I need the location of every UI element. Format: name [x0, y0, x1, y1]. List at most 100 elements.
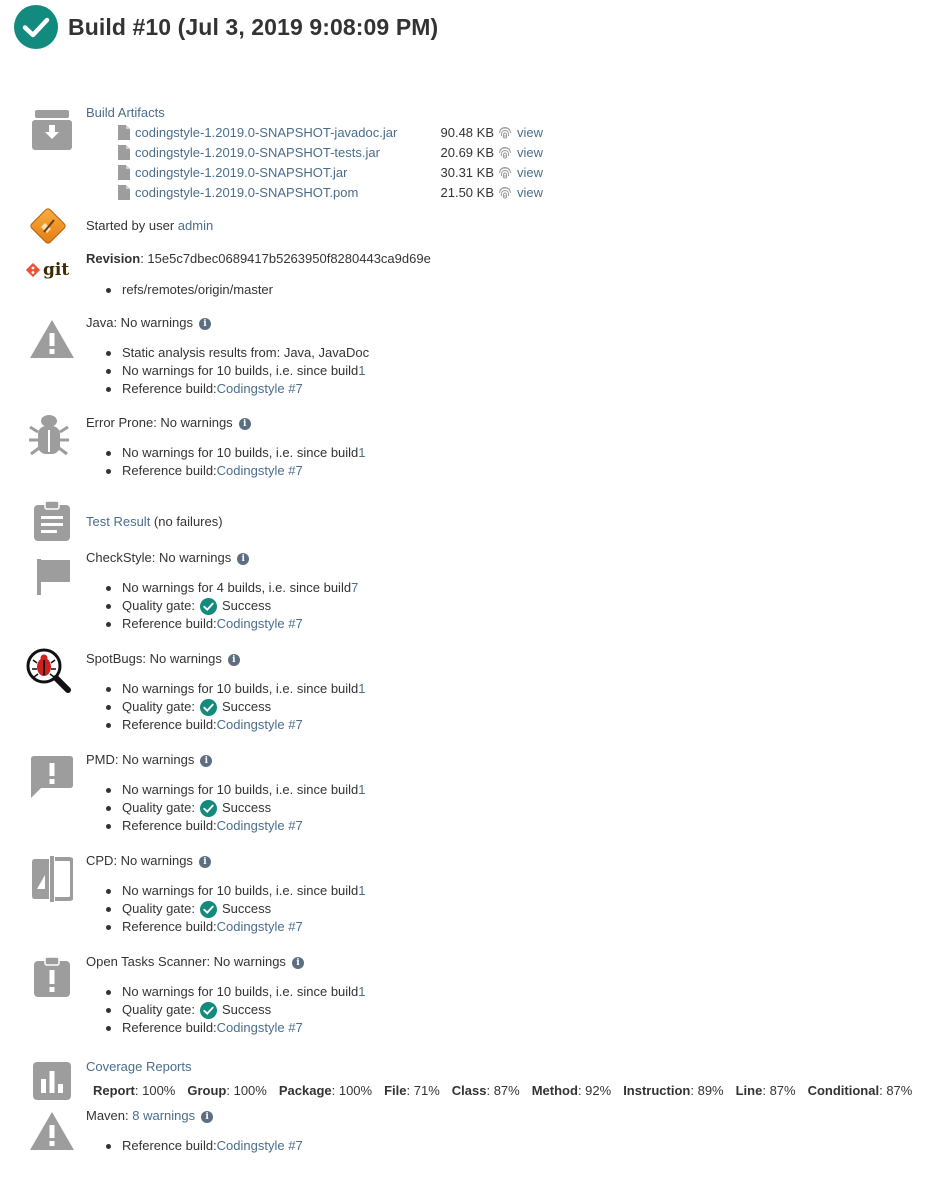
list-item: Reference build: Codingstyle #7: [104, 462, 366, 480]
since-build-link[interactable]: 7: [351, 579, 358, 597]
since-build-link[interactable]: 1: [358, 781, 365, 799]
bar-chart-icon: [33, 1062, 71, 1100]
coverage-metric-label: Report: [93, 1083, 135, 1098]
cpd-title: CPD: No warnings i: [86, 853, 211, 868]
success-check-icon: [200, 900, 217, 918]
info-icon[interactable]: i: [201, 1110, 214, 1123]
reference-build-link[interactable]: Codingstyle #7: [217, 817, 303, 835]
artifact-view-link[interactable]: view: [517, 125, 543, 140]
cpd-list: No warnings for 10 builds, i.e. since bu…: [104, 882, 366, 936]
fingerprint-icon[interactable]: [497, 184, 513, 200]
reference-build-link[interactable]: Codingstyle #7: [217, 380, 303, 398]
info-icon[interactable]: i: [238, 417, 251, 430]
errorprone-title: Error Prone: No warnings i: [86, 415, 251, 430]
coverage-metric: Group: 100%: [187, 1083, 266, 1098]
reference-build-link[interactable]: Codingstyle #7: [217, 918, 303, 936]
fingerprint-icon[interactable]: [497, 164, 513, 180]
list-item: Reference build: Codingstyle #7: [104, 380, 369, 398]
artifact-view-link[interactable]: view: [517, 185, 543, 200]
git-logo: git: [26, 260, 69, 280]
artifact-row: codingstyle-1.2019.0-SNAPSHOT.jar 30.31 K…: [118, 162, 543, 182]
success-check-icon: [200, 698, 217, 716]
coverage-metric: File: 71%: [384, 1083, 440, 1098]
revision-text: Revision: 15e5c7dbec0689417b5263950f8280…: [86, 251, 431, 266]
build-artifacts-link[interactable]: Build Artifacts: [86, 105, 165, 120]
artifact-row: codingstyle-1.2019.0-SNAPSHOT-tests.jar 2…: [118, 142, 543, 162]
list-item: Quality gate: Success: [104, 698, 366, 716]
reference-build-link[interactable]: Codingstyle #7: [217, 462, 303, 480]
spotbugs-magnifier-icon: [26, 648, 71, 693]
success-check-icon: [200, 597, 217, 615]
list-item: Quality gate: Success: [104, 799, 366, 817]
maven-title: Maven: 8 warnings i: [86, 1108, 214, 1123]
warning-triangle-icon: [30, 320, 74, 358]
coverage-metric: Method: 92%: [532, 1083, 611, 1098]
fingerprint-icon[interactable]: [497, 124, 513, 140]
page-title: Build #10 (Jul 3, 2019 9:08:09 PM): [68, 13, 439, 40]
artifact-size: 90.48 KB: [440, 124, 495, 140]
pmd-title: PMD: No warnings i: [86, 752, 213, 767]
list-item: No warnings for 10 builds, i.e. since bu…: [104, 983, 366, 1001]
success-check-icon: [200, 799, 217, 817]
list-item: No warnings for 10 builds, i.e. since bu…: [104, 781, 366, 799]
coverage-metric: Conditional: 87%: [808, 1083, 913, 1098]
artifact-link[interactable]: codingstyle-1.2019.0-SNAPSHOT.pom: [135, 185, 437, 200]
reference-build-link[interactable]: Codingstyle #7: [217, 615, 303, 633]
java-list: Static analysis results from: Java, Java…: [104, 344, 369, 398]
success-check-icon: [14, 5, 58, 49]
coverage-metric-label: Package: [278, 1083, 332, 1098]
pmd-list: No warnings for 10 builds, i.e. since bu…: [104, 781, 366, 835]
bug-icon: [29, 415, 69, 456]
fingerprint-icon[interactable]: [497, 144, 513, 160]
coverage-reports-link[interactable]: Coverage Reports: [86, 1059, 192, 1074]
revision-list: refs/remotes/origin/master: [104, 281, 273, 299]
coverage-metric-value: : 100%: [134, 1083, 176, 1098]
info-icon[interactable]: i: [227, 653, 240, 666]
info-icon[interactable]: i: [198, 855, 211, 868]
list-item: Quality gate: Success: [104, 597, 358, 615]
artifact-view-link[interactable]: view: [517, 165, 543, 180]
user-link[interactable]: admin: [178, 218, 213, 233]
since-build-link[interactable]: 1: [358, 680, 365, 698]
comment-alert-icon: [31, 756, 73, 798]
flag-icon: [37, 559, 70, 595]
since-build-link[interactable]: 1: [358, 444, 365, 462]
coverage-metric-label: File: [384, 1083, 407, 1098]
coverage-metric-label: Group: [187, 1083, 227, 1098]
spotbugs-list: No warnings for 10 builds, i.e. since bu…: [104, 680, 366, 734]
list-item: No warnings for 10 builds, i.e. since bu…: [104, 680, 366, 698]
opentasks-title: Open Tasks Scanner: No warnings i: [86, 954, 304, 969]
list-item: Quality gate: Success: [104, 1001, 366, 1019]
since-build-link[interactable]: 1: [358, 362, 365, 380]
list-item: No warnings for 10 builds, i.e. since bu…: [104, 882, 366, 900]
artifact-link[interactable]: codingstyle-1.2019.0-SNAPSHOT-javadoc.ja…: [135, 125, 437, 140]
coverage-metric: Report: 100%: [93, 1083, 175, 1098]
spotbugs-title: SpotBugs: No warnings i: [86, 651, 240, 666]
artifact-size: 21.50 KB: [440, 184, 495, 200]
artifact-link[interactable]: codingstyle-1.2019.0-SNAPSHOT-tests.jar: [135, 145, 437, 160]
reference-build-link[interactable]: Codingstyle #7: [217, 1019, 303, 1037]
info-icon[interactable]: i: [237, 552, 250, 565]
artifact-link[interactable]: codingstyle-1.2019.0-SNAPSHOT.jar: [135, 165, 437, 180]
compare-icon: [32, 856, 73, 902]
artifact-view-link[interactable]: view: [517, 145, 543, 160]
reference-build-link[interactable]: Codingstyle #7: [217, 1137, 303, 1155]
checkstyle-list: No warnings for 4 builds, i.e. since bui…: [104, 579, 358, 633]
page-header: Build #10 (Jul 3, 2019 9:08:09 PM): [14, 5, 438, 49]
info-icon[interactable]: i: [198, 317, 211, 330]
info-icon[interactable]: i: [291, 956, 304, 969]
artifact-row: codingstyle-1.2019.0-SNAPSHOT.pom 21.50 K…: [118, 182, 543, 202]
list-item: Reference build: Codingstyle #7: [104, 918, 366, 936]
info-icon[interactable]: i: [200, 754, 213, 767]
coverage-metric-value: : 100%: [226, 1083, 267, 1098]
test-result-link[interactable]: Test Result: [86, 514, 150, 529]
coverage-metric-label: Instruction: [623, 1083, 691, 1098]
artifact-size: 30.31 KB: [440, 164, 495, 180]
coverage-metric: Package: 100%: [279, 1083, 372, 1098]
since-build-link[interactable]: 1: [358, 983, 365, 1001]
reference-build-link[interactable]: Codingstyle #7: [217, 716, 303, 734]
maven-warnings-link[interactable]: 8 warnings: [132, 1108, 195, 1123]
clipboard-icon: [34, 500, 70, 541]
list-item: Reference build: Codingstyle #7: [104, 1137, 303, 1155]
since-build-link[interactable]: 1: [358, 882, 365, 900]
